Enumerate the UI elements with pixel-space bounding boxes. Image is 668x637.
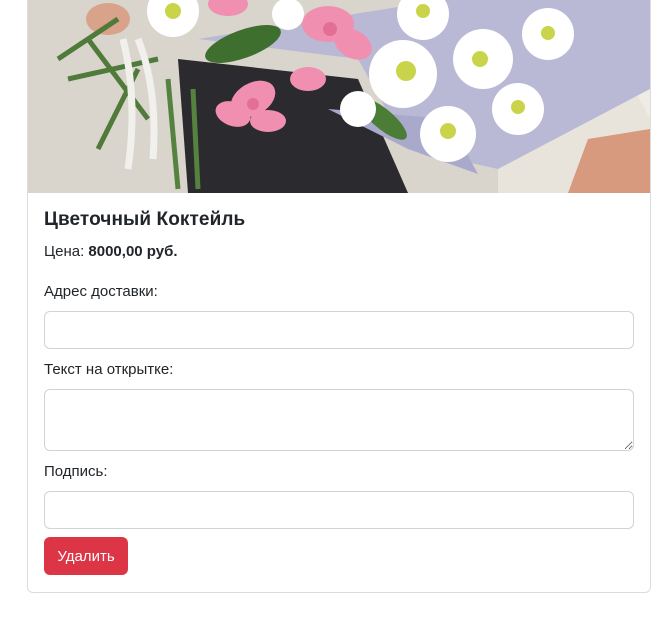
product-price: Цена: 8000,00 руб. <box>44 243 178 260</box>
delete-button[interactable]: Удалить <box>44 537 128 575</box>
product-card: Цветочный Коктейль Цена: 8000,00 руб. Ад… <box>27 0 651 593</box>
product-title: Цветочный Коктейль <box>44 209 246 230</box>
card-text-textarea[interactable] <box>44 389 634 451</box>
product-photo <box>28 0 650 193</box>
address-input[interactable] <box>44 311 634 349</box>
card-text-label: Текст на открытке: <box>44 361 174 378</box>
bouquet-image <box>28 0 650 193</box>
price-value: 8000,00 руб. <box>88 243 178 260</box>
signature-label: Подпись: <box>44 463 108 480</box>
signature-input[interactable] <box>44 491 634 529</box>
price-label: Цена: <box>44 243 85 260</box>
address-label: Адрес доставки: <box>44 283 158 300</box>
